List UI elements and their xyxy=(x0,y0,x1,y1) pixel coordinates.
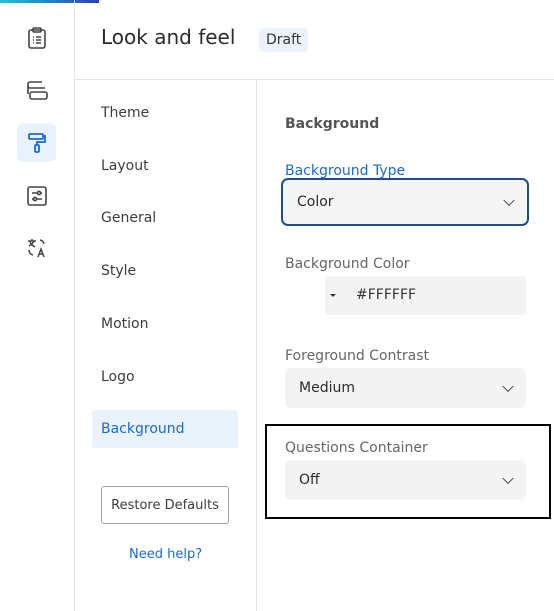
highlight-frame xyxy=(265,424,551,519)
background-type-label: Background Type xyxy=(285,163,406,179)
status-badge: Draft xyxy=(259,28,309,52)
background-color-input[interactable]: #FFFFFF xyxy=(325,276,526,315)
rail-look-and-feel[interactable] xyxy=(17,123,56,162)
nav-item-logo[interactable]: Logo xyxy=(92,358,238,396)
rail-layout[interactable] xyxy=(17,71,56,110)
nav-item-layout[interactable]: Layout xyxy=(92,147,238,185)
background-panel: Background Background Type Color Backgro… xyxy=(257,80,554,611)
settings-nav: Theme Layout General Style Motion Logo B… xyxy=(75,80,257,611)
sliders-icon xyxy=(26,185,47,206)
foreground-contrast-label: Foreground Contrast xyxy=(285,348,429,364)
color-swatch[interactable] xyxy=(285,276,325,315)
need-help-link[interactable]: Need help? xyxy=(129,547,202,562)
section-heading: Background xyxy=(285,116,380,132)
layout-blocks-icon xyxy=(26,80,48,100)
rail-settings[interactable] xyxy=(17,176,56,215)
translate-icon xyxy=(27,238,45,257)
rail-translate[interactable] xyxy=(17,228,56,267)
page-header: Look and feel Draft xyxy=(75,3,554,80)
nav-item-background[interactable]: Background xyxy=(92,410,238,448)
nav-item-style[interactable]: Style xyxy=(92,252,238,290)
nav-item-general[interactable]: General xyxy=(92,199,238,237)
background-type-select[interactable]: Color xyxy=(281,178,529,226)
nav-item-motion[interactable]: Motion xyxy=(92,305,238,343)
caret-down-icon[interactable] xyxy=(330,294,336,297)
background-color-value: #FFFFFF xyxy=(356,287,417,303)
foreground-contrast-select[interactable]: Medium xyxy=(285,368,526,408)
left-rail xyxy=(0,0,75,611)
restore-defaults-button[interactable]: Restore Defaults xyxy=(101,486,229,524)
nav-item-theme[interactable]: Theme xyxy=(92,94,238,132)
foreground-contrast-value: Medium xyxy=(299,380,355,396)
background-color-label: Background Color xyxy=(285,256,410,272)
chevron-down-icon xyxy=(503,194,515,207)
clipboard-icon xyxy=(27,26,46,49)
page-title: Look and feel xyxy=(101,25,236,49)
background-type-value: Color xyxy=(297,194,334,210)
paint-roller-icon xyxy=(27,132,46,153)
rail-survey[interactable] xyxy=(17,18,56,57)
chevron-down-icon xyxy=(502,380,514,393)
